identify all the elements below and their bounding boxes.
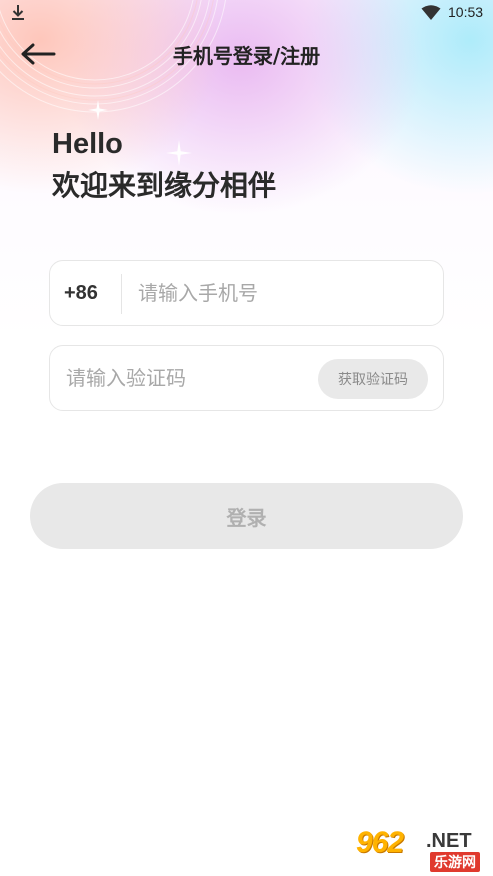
country-code[interactable]: +86: [64, 282, 98, 305]
download-icon: [12, 5, 24, 20]
hello-heading: Hello: [52, 128, 123, 160]
code-field: 获取验证码: [49, 345, 444, 411]
login-button[interactable]: 登录: [30, 483, 463, 549]
status-bar: 10:53: [0, 0, 493, 26]
phone-field: +86: [49, 260, 444, 326]
verification-code-input[interactable]: [66, 346, 316, 410]
get-code-button[interactable]: 获取验证码: [318, 359, 428, 399]
welcome-heading: 欢迎来到缘分相伴: [52, 169, 277, 202]
status-time: 10:53: [448, 4, 484, 20]
watermark-logo: 962 .NET 乐游网: [354, 826, 488, 872]
watermark-suffix: .NET: [426, 830, 472, 852]
sparkle-icon: [88, 100, 108, 120]
phone-input[interactable]: [138, 261, 428, 325]
field-divider: [121, 274, 122, 314]
watermark-number: 962: [356, 826, 404, 859]
wifi-icon: [421, 5, 441, 20]
sparkle-icon: [166, 140, 192, 166]
page-title: 手机号登录/注册: [172, 44, 321, 68]
watermark-label: 乐游网: [430, 852, 480, 872]
